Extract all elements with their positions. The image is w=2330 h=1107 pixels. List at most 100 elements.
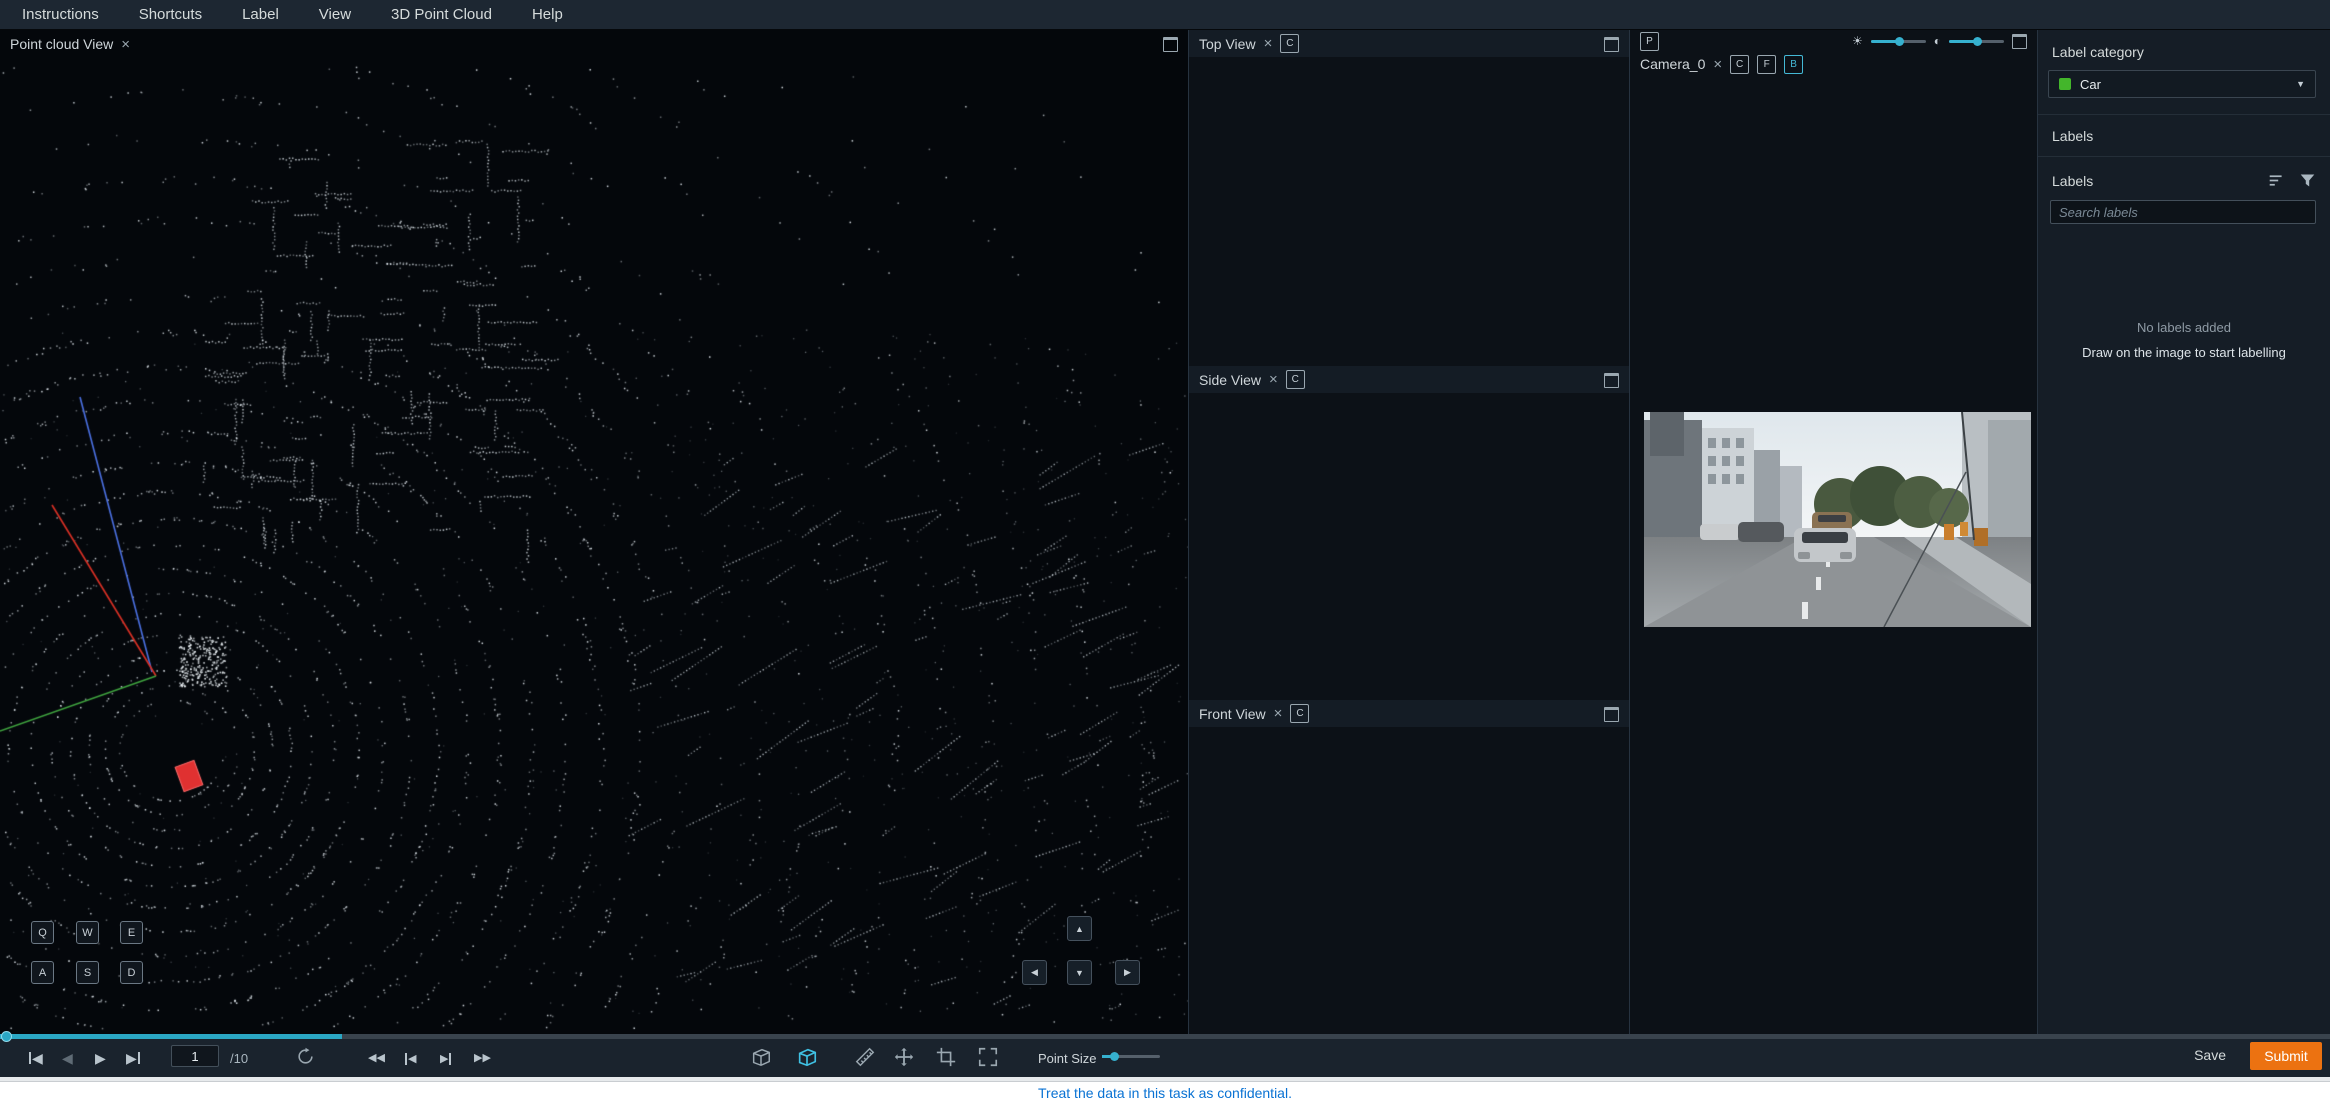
maximize-icon[interactable] — [1604, 373, 1619, 388]
key-d[interactable]: D — [120, 961, 143, 984]
top-view-viewport[interactable] — [1189, 57, 1629, 366]
arrow-up-icon: ▲ — [1075, 923, 1084, 934]
close-icon[interactable]: × — [1274, 706, 1283, 721]
fast-forward-button[interactable]: ▶ ▶ — [474, 1053, 491, 1064]
filter-icon[interactable] — [2299, 172, 2316, 189]
category-value: Car — [2080, 76, 2101, 92]
pan-down-button[interactable]: ▼ — [1067, 960, 1092, 985]
fast-forward-icon: ▶ — [474, 1052, 483, 1064]
maximize-icon[interactable] — [2012, 33, 2027, 49]
next-frame-button[interactable]: ▶ — [126, 1051, 141, 1065]
submit-button[interactable]: Submit — [2250, 1042, 2322, 1070]
label-category-heading: Label category — [2052, 44, 2144, 60]
menu-view[interactable]: View — [319, 6, 351, 23]
camera-b-button[interactable]: B — [1784, 54, 1804, 74]
contrast-icon: ◐ — [1933, 34, 1941, 48]
camera-toolbar: P ☀ ◐ — [1630, 30, 2037, 52]
menu-help[interactable]: Help — [532, 6, 563, 23]
step-forward-button[interactable]: ▶ — [440, 1053, 452, 1065]
empty-state-title: No labels added — [2137, 320, 2231, 335]
side-view-viewport[interactable] — [1189, 393, 1629, 700]
loop-icon[interactable] — [296, 1047, 315, 1066]
camera-c-button[interactable]: C — [1730, 54, 1750, 74]
maximize-icon[interactable] — [1604, 707, 1619, 722]
projection-button[interactable]: P — [1640, 31, 1659, 51]
cuboid-tool-button[interactable] — [750, 1046, 772, 1068]
search-input[interactable] — [2050, 200, 2316, 224]
contrast-slider[interactable] — [1949, 36, 2004, 46]
fast-forward-icon: ▶ — [482, 1052, 491, 1064]
top-view-panel: Top View × C — [1189, 30, 1629, 367]
brightness-slider[interactable] — [1870, 36, 1926, 46]
category-dropdown[interactable]: Car ▼ — [2048, 70, 2316, 98]
orthographic-views-column: Top View × C Side View × C Front View × … — [1189, 30, 1630, 1034]
camera-panel: P ☀ ◐ Camera_0 × C F B — [1630, 30, 2038, 1034]
close-icon[interactable]: × — [1713, 57, 1722, 72]
timeline-knob[interactable] — [1, 1031, 12, 1042]
front-view-camera-button[interactable]: C — [1290, 704, 1310, 723]
close-icon[interactable]: × — [1264, 36, 1273, 51]
move-icon[interactable] — [893, 1046, 915, 1068]
timeline-progress — [0, 1034, 342, 1039]
arrow-down-icon: ▼ — [1075, 967, 1084, 978]
close-icon[interactable]: × — [1269, 372, 1278, 387]
menu-shortcuts[interactable]: Shortcuts — [139, 6, 202, 23]
rewind-button[interactable]: ◀ ◀ — [368, 1053, 385, 1064]
sort-icon[interactable] — [2268, 172, 2285, 189]
frame-number-input[interactable] — [171, 1045, 219, 1067]
camera-f-button[interactable]: F — [1757, 54, 1777, 74]
key-e[interactable]: E — [120, 921, 143, 944]
play-button[interactable]: ▶ — [95, 1051, 106, 1065]
first-frame-button[interactable]: ◀ — [28, 1051, 43, 1065]
rewind-icon: ◀ — [368, 1052, 377, 1064]
brightness-icon: ☀ — [1851, 34, 1863, 48]
label-sidebar: Label category Car ▼ Labels Labels No la… — [2038, 30, 2330, 1034]
side-view-panel: Side View × C — [1189, 366, 1629, 701]
point-cloud-header: Point cloud View × — [0, 30, 1188, 58]
ruler-icon[interactable] — [854, 1046, 876, 1068]
key-q[interactable]: Q — [31, 921, 54, 944]
menu-instructions[interactable]: Instructions — [22, 6, 99, 23]
labels-empty-state: No labels added Draw on the image to sta… — [2038, 320, 2330, 360]
side-view-camera-button[interactable]: C — [1285, 370, 1305, 389]
point-size-slider[interactable] — [1102, 1052, 1160, 1061]
point-size-label: Point Size — [1038, 1051, 1097, 1066]
point-cloud-panel: Point cloud View × Q W E A S D ▲ ◀ ▼ ▶ — [0, 30, 1189, 1034]
pan-left-button[interactable]: ◀ — [1022, 960, 1047, 985]
camera-header: Camera_0 × C F B — [1630, 52, 2037, 76]
menu-3d-point-cloud[interactable]: 3D Point Cloud — [391, 6, 492, 23]
top-view-title: Top View — [1199, 35, 1256, 52]
confidential-banner: Treat the data in this task as confident… — [0, 1077, 2330, 1107]
front-view-viewport[interactable] — [1189, 727, 1629, 1034]
step-backward-button[interactable]: ◀ — [404, 1053, 416, 1065]
maximize-icon[interactable] — [1163, 37, 1178, 52]
side-view-header: Side View × C — [1189, 366, 1629, 394]
front-view-header: Front View × C — [1189, 700, 1629, 728]
save-button[interactable]: Save — [2188, 1046, 2232, 1064]
previous-frame-button[interactable]: ◀ — [62, 1051, 73, 1065]
menu-label[interactable]: Label — [242, 6, 279, 23]
key-a[interactable]: A — [31, 961, 54, 984]
side-view-title: Side View — [1199, 371, 1262, 388]
maximize-icon[interactable] — [1604, 37, 1619, 52]
timeline-scrubber[interactable] — [0, 1031, 2330, 1042]
camera-title: Camera_0 — [1640, 56, 1706, 72]
key-w[interactable]: W — [76, 921, 99, 944]
add-cuboid-tool-button[interactable] — [796, 1046, 818, 1068]
key-s[interactable]: S — [76, 961, 99, 984]
menu-bar: Instructions Shortcuts Label View 3D Poi… — [0, 0, 2330, 30]
top-view-header: Top View × C — [1189, 30, 1629, 58]
pan-right-button[interactable]: ▶ — [1115, 960, 1140, 985]
top-view-camera-button[interactable]: C — [1280, 34, 1300, 53]
close-icon[interactable]: × — [121, 37, 130, 52]
crop-icon[interactable] — [935, 1046, 957, 1068]
camera-image[interactable] — [1644, 412, 2031, 627]
empty-state-subtitle: Draw on the image to start labelling — [2082, 345, 2286, 360]
pan-up-button[interactable]: ▲ — [1067, 916, 1092, 941]
play-icon: ▶ — [95, 1050, 106, 1066]
point-cloud-canvas[interactable] — [0, 30, 1188, 1034]
fullscreen-icon[interactable] — [977, 1046, 999, 1068]
labels-section-heading: Labels — [2052, 128, 2094, 144]
skip-end-icon: ▶ — [126, 1050, 137, 1066]
labels-list-heading: Labels — [2052, 172, 2094, 189]
